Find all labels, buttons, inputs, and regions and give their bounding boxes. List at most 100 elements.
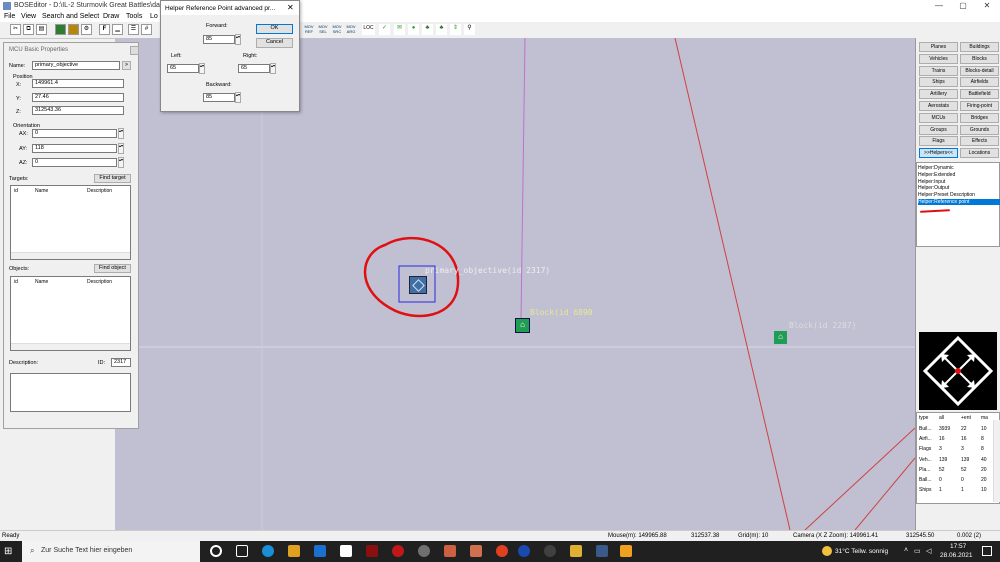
- helper-list-item[interactable]: Helper:Output: [918, 185, 1000, 191]
- x-field[interactable]: 149961.4: [32, 79, 124, 88]
- helper-list-item[interactable]: Helper:Dynamic: [918, 165, 1000, 171]
- name-more-button[interactable]: >: [122, 61, 131, 70]
- baseline-icon[interactable]: ▁: [112, 24, 123, 35]
- category-button-helpers[interactable]: >>Helpers<<: [919, 148, 958, 159]
- copy-icon[interactable]: ⧉: [23, 24, 34, 35]
- amazon-icon[interactable]: [340, 545, 352, 557]
- block-icon-1[interactable]: ⌂: [515, 318, 530, 333]
- category-button-artillery[interactable]: Artillery: [919, 89, 958, 100]
- category-button-trains[interactable]: Trains: [919, 65, 958, 76]
- category-button-flags[interactable]: Flags: [919, 136, 958, 147]
- forward-spinner[interactable]: ▴▾: [235, 34, 241, 45]
- edge-icon[interactable]: [262, 545, 274, 557]
- category-button-airfields[interactable]: Airfields: [960, 77, 999, 88]
- backward-spinner[interactable]: ▴▾: [235, 92, 241, 103]
- loc-button[interactable]: LOC: [362, 24, 375, 35]
- category-button-firingpoint[interactable]: Firing-point: [960, 101, 999, 111]
- find-target-button[interactable]: Find target: [94, 174, 131, 183]
- left-spinner[interactable]: ▴▾: [199, 63, 205, 74]
- forward-field[interactable]: 85: [203, 35, 235, 44]
- envelope-icon[interactable]: ✉: [394, 24, 405, 35]
- tree-icon-1[interactable]: ♣: [422, 24, 433, 35]
- media-icon[interactable]: [418, 545, 430, 557]
- backward-field[interactable]: 85: [203, 93, 235, 102]
- f-button[interactable]: F: [99, 24, 110, 35]
- ay-spinner[interactable]: ▴▾: [118, 143, 124, 154]
- category-button-buildings[interactable]: Buildings: [960, 42, 999, 52]
- az-field[interactable]: 0: [32, 158, 117, 167]
- category-button-ships[interactable]: Ships: [919, 77, 958, 88]
- task-view-icon[interactable]: [236, 545, 248, 557]
- ok-button[interactable]: OK: [256, 24, 293, 34]
- volume-icon[interactable]: ◁: [926, 547, 931, 555]
- category-button-grounds[interactable]: Grounds: [960, 124, 999, 135]
- taskbar-search[interactable]: ⌕ Zur Suche Text hier eingeben: [22, 541, 200, 562]
- panel-close-icon[interactable]: [130, 46, 139, 55]
- arrow-icon[interactable]: ⇕: [450, 24, 461, 35]
- grid-green-icon[interactable]: [55, 24, 66, 35]
- cut-icon[interactable]: ✂: [10, 24, 21, 35]
- tray-chevron-icon[interactable]: ˄: [904, 547, 908, 554]
- network-icon[interactable]: ▭: [914, 547, 921, 555]
- category-button-blocksdetail[interactable]: Blocks-detail: [960, 65, 999, 76]
- menu-tools[interactable]: Tools: [126, 13, 142, 20]
- clock-time[interactable]: 17:57: [950, 543, 966, 550]
- move-arg-button[interactable]: MOV ARG: [345, 24, 357, 35]
- tree-icon-2[interactable]: ♣: [436, 24, 447, 35]
- category-button-effects[interactable]: Effects: [960, 136, 999, 147]
- cortana-icon[interactable]: [210, 545, 222, 557]
- category-button-bridges[interactable]: Bridges: [960, 112, 999, 123]
- il2-icon[interactable]: [366, 545, 378, 557]
- windows-start-icon[interactable]: ⊞: [4, 546, 15, 557]
- category-button-groups[interactable]: Groups: [919, 124, 958, 135]
- block-icon-2[interactable]: ⌂: [774, 331, 787, 344]
- app-icon-3[interactable]: [496, 545, 508, 557]
- helper-list-item[interactable]: Helper:Preset Description: [918, 192, 1000, 198]
- az-spinner[interactable]: ▴▾: [118, 157, 124, 168]
- reference-point-icon[interactable]: [409, 276, 427, 294]
- key-icon[interactable]: ⚲: [464, 24, 475, 35]
- weather-text[interactable]: 31°C Teilw. sonnig: [835, 548, 888, 555]
- right-field[interactable]: 65: [238, 64, 270, 73]
- close-button[interactable]: ✕: [978, 1, 996, 10]
- store-icon[interactable]: [288, 545, 300, 557]
- name-field[interactable]: primary_objective: [32, 61, 120, 70]
- app-icon-1[interactable]: [444, 545, 456, 557]
- objects-scrollbar[interactable]: [11, 343, 130, 350]
- find-object-button[interactable]: Find object: [94, 264, 131, 273]
- dialog-close-icon[interactable]: ✕: [287, 3, 294, 12]
- app-icon-4[interactable]: [518, 545, 530, 557]
- layer-icon[interactable]: [68, 24, 79, 35]
- star-icon[interactable]: [392, 545, 404, 557]
- move-sel-button[interactable]: MOV SEL: [317, 24, 329, 35]
- description-textarea[interactable]: [10, 373, 131, 412]
- paste-icon[interactable]: ▤: [36, 24, 47, 35]
- helper-list-item[interactable]: Helper:Input: [918, 179, 1000, 185]
- helper-list-item[interactable]: Helper:Extended: [918, 172, 1000, 178]
- category-button-planes[interactable]: Planes: [919, 42, 958, 52]
- app-icon-2[interactable]: [470, 545, 482, 557]
- layers-icon[interactable]: ☰: [128, 24, 139, 35]
- app-icon-5[interactable]: [544, 545, 556, 557]
- category-button-aerostats[interactable]: Aerostats: [919, 101, 958, 111]
- right-spinner[interactable]: ▴▾: [270, 63, 276, 74]
- menu-draw[interactable]: Draw: [103, 13, 119, 20]
- menu-search-select[interactable]: Search and Select: [42, 13, 99, 20]
- mail-icon[interactable]: [314, 545, 326, 557]
- menu-lo[interactable]: Lo: [150, 13, 158, 20]
- helper-list[interactable]: Helper:Dynamic Helper:Extended Helper:Inpu…: [916, 162, 1000, 247]
- minimize-button[interactable]: —: [930, 1, 948, 10]
- z-field[interactable]: 312543.36: [32, 106, 124, 115]
- clock-date[interactable]: 28.06.2021: [940, 552, 973, 559]
- left-field[interactable]: 65: [167, 64, 199, 73]
- ax-field[interactable]: 0: [32, 129, 117, 138]
- dot-icon[interactable]: ●: [408, 24, 419, 35]
- objects-table[interactable]: id Name Description: [10, 276, 131, 351]
- category-button-locations[interactable]: Locations: [960, 148, 999, 159]
- cancel-button[interactable]: Cancel: [256, 38, 293, 48]
- move-ref-button[interactable]: MOV REF: [303, 24, 315, 35]
- category-button-battlefield[interactable]: Battlefield: [960, 89, 999, 100]
- object-stats-table[interactable]: type all +ent ma Buil... 3939 22 10 Airfi... 16 16…: [916, 412, 1000, 504]
- category-button-vehicles[interactable]: Vehicles: [919, 53, 958, 64]
- category-button-blocks[interactable]: Blocks: [960, 53, 999, 64]
